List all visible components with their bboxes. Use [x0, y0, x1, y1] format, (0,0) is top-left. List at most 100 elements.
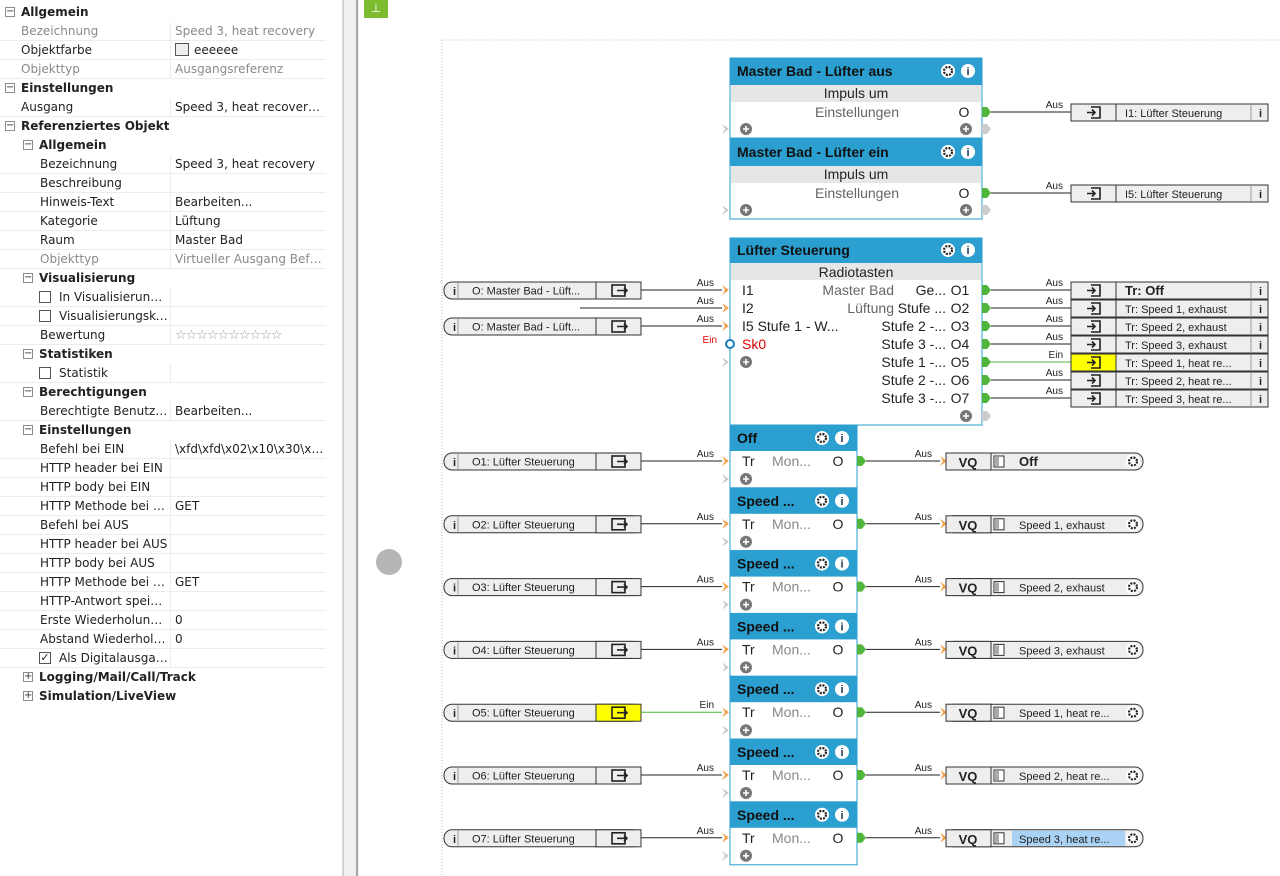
property-erste-wiederholung-s[interactable]: Erste Wiederholung [s] 0 — [0, 611, 326, 630]
source-reference[interactable]: i O: Master Bad - Lüft... — [443, 281, 642, 300]
property-visualisierungsken[interactable]: Visualisierungsken... — [0, 307, 326, 326]
input-port[interactable] — [722, 599, 729, 610]
input-port[interactable] — [722, 850, 729, 861]
collapse-icon[interactable]: − — [5, 7, 15, 17]
virtual-output-reference[interactable]: VQ Speed 3, exhaust — [945, 640, 1144, 659]
checkbox[interactable]: ✓ — [39, 652, 51, 664]
output-port[interactable] — [982, 303, 991, 313]
property-http-methode-bei-ein[interactable]: HTTP Methode bei EIN GET — [0, 497, 326, 516]
property-http-body-bei-aus[interactable]: HTTP body bei AUS — [0, 554, 326, 573]
property-value[interactable]: Bearbeiten... — [175, 195, 325, 209]
input-port[interactable] — [722, 707, 729, 718]
checkbox[interactable] — [39, 291, 51, 303]
output-port[interactable] — [857, 456, 866, 466]
target-reference[interactable]: Tr: Speed 3, heat re... i — [1070, 389, 1269, 408]
source-reference[interactable]: i O5: Lüfter Steuerung — [443, 703, 642, 722]
color-swatch[interactable] — [175, 43, 189, 56]
source-reference[interactable]: i O7: Lüfter Steuerung — [443, 829, 642, 848]
target-reference[interactable]: Tr: Speed 1, exhaust i — [1070, 299, 1269, 318]
output-port[interactable] — [982, 124, 991, 134]
property-value[interactable]: \xfd\xfd\x02\x10\x30\x30\... — [175, 442, 325, 456]
radio-buttons-block[interactable]: Lüfter Steuerung i Radiotasten I1 Master Bad… — [722, 237, 991, 426]
property-berechtigte-benutzer[interactable]: Berechtigte Benutzer /... Bearbeiten... — [0, 402, 326, 421]
input-port[interactable] — [722, 788, 729, 798]
output-port[interactable] — [982, 411, 991, 421]
input-port[interactable] — [722, 357, 729, 367]
trigger-block[interactable]: Speed ... i Tr Mon... O — [722, 487, 866, 552]
collapse-icon[interactable]: − — [23, 140, 33, 150]
trigger-block[interactable]: Speed ... i Tr Mon... O — [722, 738, 866, 803]
input-port[interactable] — [722, 518, 729, 529]
property-http-body-bei-ein[interactable]: HTTP body bei EIN — [0, 478, 326, 497]
expand-icon[interactable]: + — [23, 691, 33, 701]
impulse-block[interactable]: Master Bad - Lüfter ein i Impuls um Einstel… — [722, 138, 991, 220]
trigger-block[interactable]: Off i Tr Mon... O — [722, 424, 866, 489]
source-reference[interactable]: i O6: Lüfter Steuerung — [443, 766, 642, 785]
input-port[interactable] — [722, 581, 729, 592]
property-value[interactable]: Speed 3, heat recovery — [175, 24, 325, 38]
input-port[interactable] — [722, 474, 729, 484]
property-objektfarbe[interactable]: Objektfarbe eeeeee — [0, 41, 326, 60]
output-port[interactable] — [982, 205, 991, 215]
section-referenziertes-objekt[interactable]: − Referenziertes Objekt — [0, 117, 326, 136]
output-port[interactable] — [982, 393, 991, 403]
property-http-antwort-speich[interactable]: HTTP-Antwort speich... — [0, 592, 326, 611]
property-value[interactable]: eeeeee — [175, 43, 325, 57]
gear-icon[interactable] — [1126, 642, 1140, 657]
output-port[interactable] — [857, 581, 866, 592]
source-reference[interactable]: i O2: Lüfter Steuerung — [443, 515, 642, 534]
input-port[interactable] — [722, 321, 729, 331]
collapse-icon[interactable]: − — [5, 121, 15, 131]
property-hinweis-text[interactable]: Hinweis-Text Bearbeiten... — [0, 193, 326, 212]
gear-icon[interactable] — [815, 556, 829, 571]
target-reference[interactable]: Tr: Speed 1, heat re... i — [1070, 353, 1269, 372]
property-abstand-wiederholun[interactable]: Abstand Wiederholun... 0 — [0, 630, 326, 649]
trigger-block[interactable]: Speed ... i Tr Mon... O — [722, 550, 866, 615]
output-port[interactable] — [857, 832, 866, 843]
output-port[interactable] — [982, 339, 991, 349]
logic-canvas[interactable]: ⊥ Master Bad - Lüfter aus i Impuls um Einst… — [359, 0, 1280, 876]
gear-icon[interactable] — [1126, 705, 1140, 720]
property-value[interactable]: Lüftung — [175, 214, 325, 228]
output-port[interactable] — [857, 770, 866, 780]
property-value[interactable]: GET — [175, 499, 325, 513]
section-allgemein[interactable]: − Allgemein — [0, 3, 326, 22]
property-in-visualisierung-v[interactable]: In Visualisierung v... — [0, 288, 326, 307]
expand-icon[interactable]: + — [23, 672, 33, 682]
trigger-block[interactable]: Speed ... i Tr Mon... O — [722, 612, 866, 677]
section-simulation-liveview[interactable]: + Simulation/LiveView — [0, 687, 326, 706]
output-port[interactable] — [982, 357, 991, 367]
section-einstellungen[interactable]: − Einstellungen — [0, 79, 326, 98]
property-bezeichnung[interactable]: Bezeichnung Speed 3, heat recovery — [0, 22, 326, 41]
virtual-output-reference[interactable]: VQ Speed 2, exhaust — [945, 578, 1144, 597]
source-reference[interactable]: i O: Master Bad - Lüft... — [443, 317, 642, 336]
gear-icon[interactable] — [1126, 768, 1140, 783]
collapse-icon[interactable]: − — [23, 425, 33, 435]
property-value[interactable]: Master Bad — [175, 233, 325, 247]
target-reference[interactable]: I5: Lüfter Steuerung i — [1070, 184, 1269, 203]
virtual-output-reference[interactable]: VQ Speed 1, exhaust — [945, 515, 1144, 534]
gear-icon[interactable] — [815, 493, 829, 508]
virtual-output-reference[interactable]: VQ Speed 1, heat re... — [945, 703, 1144, 722]
property-value[interactable]: Speed 3, heat recovery — [175, 157, 325, 171]
input-port[interactable] — [722, 662, 729, 673]
virtual-output-reference[interactable]: VQ Off — [945, 452, 1144, 471]
property-bewertung[interactable]: Bewertung ☆☆☆☆☆☆☆☆☆☆ — [0, 326, 326, 345]
target-reference[interactable]: Tr: Speed 3, exhaust i — [1070, 335, 1269, 354]
source-reference[interactable]: i O4: Lüfter Steuerung — [443, 640, 642, 659]
property-http-header-bei-ein[interactable]: HTTP header bei EIN — [0, 459, 326, 478]
property-value[interactable]: Bearbeiten... — [175, 404, 325, 418]
section-einstellungen[interactable]: − Einstellungen — [0, 421, 326, 440]
property-statistik[interactable]: Statistik — [0, 364, 326, 383]
property-value[interactable]: ☆☆☆☆☆☆☆☆☆☆ — [175, 328, 325, 343]
target-reference[interactable]: Tr: Speed 2, heat re... i — [1070, 371, 1269, 390]
trigger-block[interactable]: Speed ... i Tr Mon... O — [722, 801, 866, 866]
gear-icon[interactable] — [1126, 831, 1140, 846]
property-value[interactable]: Speed 3, heat recovery (L... — [175, 100, 325, 114]
property-beschreibung[interactable]: Beschreibung — [0, 174, 326, 193]
output-port[interactable] — [982, 321, 991, 331]
collapse-icon[interactable]: − — [23, 387, 33, 397]
input-port[interactable] — [725, 339, 735, 349]
input-port[interactable] — [722, 832, 729, 843]
section-statistiken[interactable]: − Statistiken — [0, 345, 326, 364]
